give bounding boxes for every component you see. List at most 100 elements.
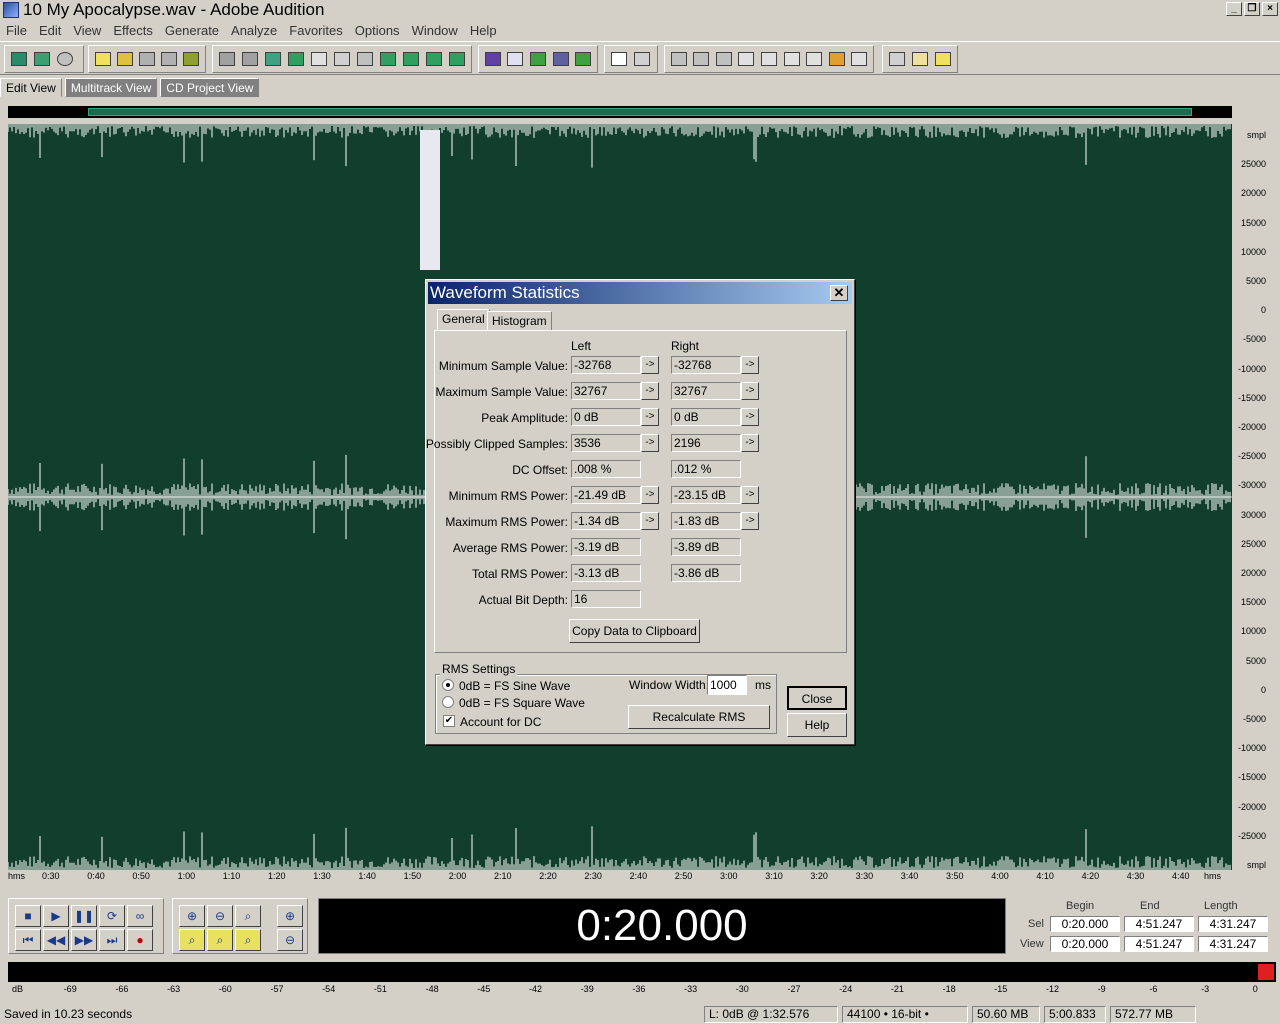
- close-window-button[interactable]: ×: [1262, 2, 1278, 16]
- window3-icon[interactable]: [713, 48, 735, 70]
- menu-view[interactable]: View: [67, 23, 107, 38]
- stop-button[interactable]: ■: [15, 905, 41, 927]
- menu-analyze[interactable]: Analyze: [225, 23, 283, 38]
- goto-left-button[interactable]: ->: [641, 382, 659, 400]
- zoom-out-horizontal-button[interactable]: ⊖: [207, 905, 233, 927]
- save-as-icon[interactable]: [159, 48, 180, 70]
- delete-silence-icon[interactable]: [446, 48, 468, 70]
- recalculate-rms-button[interactable]: Recalculate RMS: [628, 705, 770, 729]
- goto-left-button[interactable]: ->: [641, 408, 659, 426]
- cd-view-icon[interactable]: [54, 48, 76, 70]
- loop-button[interactable]: ∞: [127, 905, 153, 927]
- zoom-in-vertical-button[interactable]: ⊕: [277, 905, 303, 927]
- settings-icon[interactable]: [886, 48, 908, 70]
- menu-window[interactable]: Window: [406, 23, 464, 38]
- menu-file[interactable]: File: [0, 23, 33, 38]
- goto-right-button[interactable]: ->: [741, 486, 759, 504]
- edit-view-icon[interactable]: [8, 48, 30, 70]
- paste-new-icon[interactable]: [377, 48, 399, 70]
- zoom-left-edge-button[interactable]: ⌕: [179, 929, 205, 951]
- dialog-close-icon[interactable]: ✕: [830, 285, 848, 301]
- time-window-icon[interactable]: [781, 48, 803, 70]
- spectral-view-icon[interactable]: [482, 48, 504, 70]
- minimize-button[interactable]: _: [1226, 2, 1242, 16]
- copy-new-icon[interactable]: [285, 48, 307, 70]
- goto-right-button[interactable]: ->: [741, 356, 759, 374]
- dialog-close-button[interactable]: Close: [787, 686, 847, 710]
- rewind-button[interactable]: ◀◀: [43, 929, 69, 951]
- window-width-input[interactable]: 1000: [707, 675, 747, 695]
- record-button[interactable]: ●: [127, 929, 153, 951]
- goto-right-button[interactable]: ->: [741, 382, 759, 400]
- sel-begin-field[interactable]: 0:20.000: [1050, 916, 1120, 932]
- repeat-icon[interactable]: [262, 48, 284, 70]
- view-end-field[interactable]: 4:51.247: [1124, 936, 1194, 952]
- menu-edit[interactable]: Edit: [33, 23, 67, 38]
- grid-icon[interactable]: [527, 48, 549, 70]
- save-all-icon[interactable]: [181, 48, 202, 70]
- open-file-icon[interactable]: [114, 48, 135, 70]
- paste-icon[interactable]: [354, 48, 376, 70]
- zoom-in-horizontal-button[interactable]: ⊕: [179, 905, 205, 927]
- window2-icon[interactable]: [691, 48, 713, 70]
- go-to-start-button[interactable]: ⏮: [15, 929, 41, 951]
- goto-left-button[interactable]: ->: [641, 512, 659, 530]
- tab-multitrack-view[interactable]: Multitrack View: [64, 78, 158, 97]
- overview-visible-range[interactable]: [88, 108, 1192, 116]
- level-meter-icon[interactable]: [826, 48, 848, 70]
- zoom-full-button[interactable]: ⌕: [235, 905, 261, 927]
- grid3-icon[interactable]: [572, 48, 594, 70]
- goto-right-button[interactable]: ->: [741, 512, 759, 530]
- window1-icon[interactable]: [668, 48, 690, 70]
- mix-paste-icon[interactable]: [400, 48, 422, 70]
- help-icon[interactable]: [932, 48, 954, 70]
- multitrack-view-icon[interactable]: [31, 48, 53, 70]
- menu-options[interactable]: Options: [349, 23, 406, 38]
- time-ruler[interactable]: hms 0:30 0:40 0:50 1:00 1:10 1:20 1:30 1:40 1:50 2…: [8, 870, 1232, 884]
- time-selection-icon[interactable]: [608, 48, 630, 70]
- new-file-icon[interactable]: [92, 48, 113, 70]
- sine-wave-radio[interactable]: [442, 679, 454, 691]
- overview-bar[interactable]: [8, 106, 1232, 118]
- grid2-icon[interactable]: [550, 48, 572, 70]
- play-to-end-button[interactable]: ⟳: [99, 905, 125, 927]
- pause-button[interactable]: ❚❚: [71, 905, 97, 927]
- tab-general[interactable]: General: [437, 309, 490, 331]
- go-to-end-button[interactable]: ⏭: [99, 929, 125, 951]
- goto-right-button[interactable]: ->: [741, 434, 759, 452]
- copy-icon[interactable]: [308, 48, 330, 70]
- tab-histogram[interactable]: Histogram: [487, 311, 552, 331]
- account-dc-checkbox[interactable]: ✔: [443, 715, 455, 727]
- redo-icon[interactable]: [239, 48, 261, 70]
- copy-to-clipboard-button[interactable]: Copy Data to Clipboard: [569, 619, 700, 643]
- script-icon[interactable]: [909, 48, 931, 70]
- selection-window-icon[interactable]: [803, 48, 825, 70]
- clip-indicator[interactable]: [1258, 964, 1274, 980]
- zoom-selection-button[interactable]: ⌕: [235, 929, 261, 951]
- menu-generate[interactable]: Generate: [159, 23, 225, 38]
- dialog-help-button[interactable]: Help: [787, 713, 847, 737]
- fast-forward-button[interactable]: ▶▶: [71, 929, 97, 951]
- zoom-out-vertical-button[interactable]: ⊖: [277, 929, 303, 951]
- transport-window-icon[interactable]: [736, 48, 758, 70]
- view-begin-field[interactable]: 0:20.000: [1050, 936, 1120, 952]
- goto-left-button[interactable]: ->: [641, 356, 659, 374]
- tab-edit-view[interactable]: Edit View: [0, 78, 62, 97]
- goto-left-button[interactable]: ->: [641, 434, 659, 452]
- view-length-field[interactable]: 4:31.247: [1198, 936, 1268, 952]
- mixer-icon[interactable]: [849, 48, 871, 70]
- restore-button[interactable]: ❐: [1244, 2, 1260, 16]
- square-wave-radio[interactable]: [442, 696, 454, 708]
- menu-effects[interactable]: Effects: [107, 23, 159, 38]
- zoom-right-edge-button[interactable]: ⌕: [207, 929, 233, 951]
- menu-help[interactable]: Help: [464, 23, 503, 38]
- marquee-icon[interactable]: [631, 48, 653, 70]
- undo-icon[interactable]: [216, 48, 238, 70]
- play-button[interactable]: ▶: [43, 905, 69, 927]
- trim-icon[interactable]: [423, 48, 445, 70]
- snap-icon[interactable]: [505, 48, 527, 70]
- tab-cd-project-view[interactable]: CD Project View: [160, 78, 260, 97]
- goto-left-button[interactable]: ->: [641, 486, 659, 504]
- sel-end-field[interactable]: 4:51.247: [1124, 916, 1194, 932]
- menu-favorites[interactable]: Favorites: [283, 23, 348, 38]
